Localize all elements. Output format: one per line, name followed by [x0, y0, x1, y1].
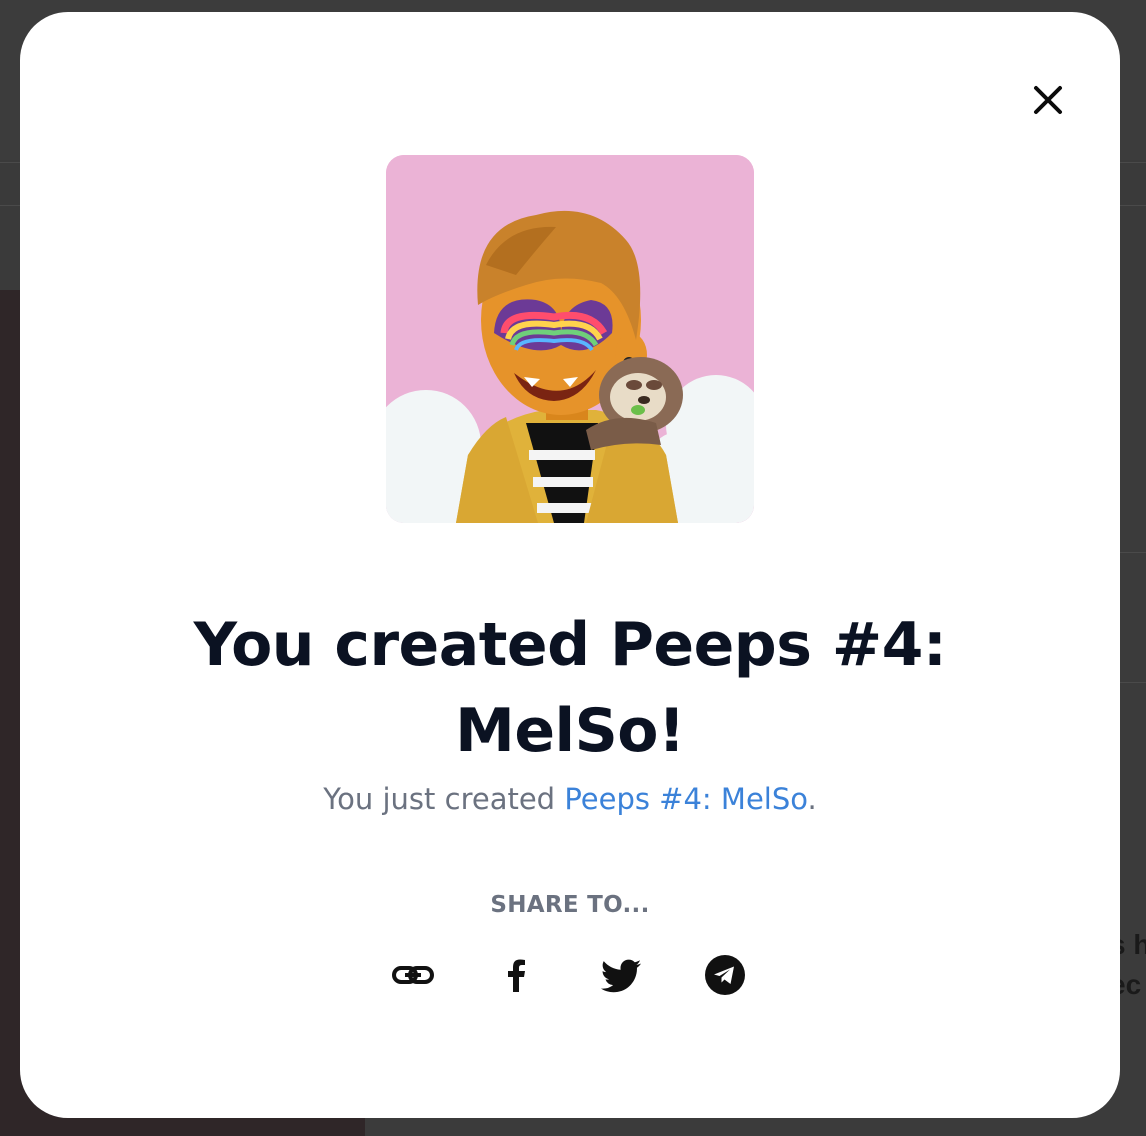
modal-title-line2: MelSo! [455, 696, 685, 766]
close-icon [1034, 86, 1062, 114]
subtitle-suffix: . [807, 782, 817, 816]
close-button[interactable] [1028, 80, 1068, 120]
copy-link-button[interactable] [390, 952, 436, 998]
subtitle-prefix: You just created [323, 782, 565, 816]
twitter-icon [600, 959, 642, 993]
nft-artwork-image [386, 155, 754, 523]
modal-title: You created Peeps #4: MelSo! [20, 602, 1120, 774]
item-link[interactable]: Peeps #4: MelSo [564, 782, 807, 816]
share-buttons [390, 952, 750, 998]
creation-success-modal: You created Peeps #4: MelSo! You just cr… [20, 12, 1120, 1118]
modal-title-line1: You created Peeps #4: [193, 610, 947, 680]
link-icon [392, 966, 434, 984]
share-twitter-button[interactable] [598, 952, 644, 998]
share-telegram-button[interactable] [702, 952, 748, 998]
share-label: SHARE TO... [490, 892, 650, 918]
share-facebook-button[interactable] [494, 952, 540, 998]
facebook-icon [508, 959, 525, 992]
telegram-icon [705, 955, 745, 995]
modal-subtitle: You just created Peeps #4: MelSo. [20, 779, 1120, 819]
